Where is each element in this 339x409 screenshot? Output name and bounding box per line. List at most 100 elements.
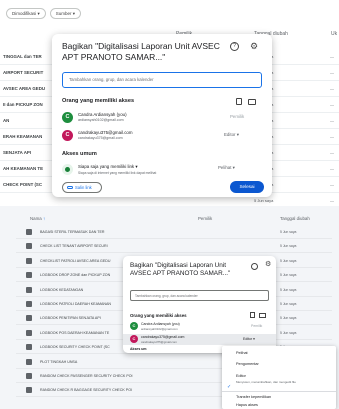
file-size: — [330, 70, 334, 75]
filter-source-chip[interactable]: Sumber ▾ [49, 8, 82, 19]
share-dialog-title: Bagikan "Digitalisasi Laporan Unit AVSEC… [130, 262, 231, 277]
file-size: — [330, 182, 334, 187]
column-modified-header-bottom[interactable]: Tanggal diubah [280, 216, 310, 221]
file-name: LOGBOOK PENITIPAN SENJATA API [40, 316, 101, 321]
editor-role-label: Editor [243, 337, 253, 341]
modified-date: 5 Jun saya [280, 316, 297, 321]
modified-date: 5 Jun saya [280, 258, 297, 263]
menu-item-transfer-ownership[interactable]: Transfer kepemilikan [236, 395, 271, 399]
folder-icon [26, 257, 32, 264]
file-size: — [330, 198, 334, 203]
file-name: PLOT TINGKAH UNSA [40, 359, 78, 364]
modified-date: 5 Jun saya [280, 330, 297, 335]
modified-date: 5 Jun saya [280, 287, 297, 292]
editor-role-dropdown[interactable]: Editor ▾ [243, 337, 255, 341]
person-email: ardiansyah0102@gmail.com [141, 327, 178, 331]
file-name: AN [3, 118, 10, 123]
owner-role-label: Pemilik [251, 324, 263, 328]
email-icon[interactable] [248, 99, 256, 105]
role-menu: Pelihat Pengomentar ✓ Editor Menyusun, m… [222, 346, 336, 409]
file-size: — [330, 102, 334, 107]
add-people-input[interactable]: Tambahkan orang, grup, dan acara kalende… [130, 290, 269, 301]
folder-icon [26, 229, 32, 235]
done-button[interactable]: Selesai [230, 181, 264, 193]
gear-icon[interactable]: ⚙ [265, 261, 271, 269]
chevron-down-icon: ▾ [135, 164, 138, 169]
modified-date: 5 Jun saya [280, 244, 297, 249]
file-size: — [330, 134, 334, 139]
column-size-header[interactable]: Uk [331, 31, 337, 37]
file-name: II dan PICKUP ZON [3, 102, 43, 107]
chevron-down-icon: ▾ [236, 132, 239, 137]
file-size: — [330, 166, 334, 171]
menu-item-editor[interactable]: Editor [236, 374, 246, 378]
modified-date: 5 Jun saya [280, 230, 297, 234]
people-access-heading: Orang yang memiliki akses [130, 313, 187, 318]
file-name: LOGBOOK POS DAERAH KEAMANAN TE [40, 330, 110, 335]
editor-role-dropdown[interactable]: Editor ▾ [224, 132, 239, 138]
column-name-header[interactable]: Nama ↑ [30, 216, 45, 221]
person-email: ardiansyah0102@gmail.com [78, 118, 124, 122]
file-name: LOGBOOK PATROLI DAERAH KEAMANAN [40, 302, 111, 306]
avatar: C [62, 130, 73, 141]
person-email: candrakayu375@gmail.com [141, 340, 177, 344]
person-name: candrakayu375@gmail.com [78, 130, 133, 135]
folder-icon [26, 344, 32, 351]
menu-item-viewer[interactable]: Pelihat [236, 351, 248, 355]
modified-date: 5 Jun saya [280, 302, 297, 306]
help-icon[interactable] [251, 263, 258, 270]
person-name: Candra Ardiansyah (you) [141, 322, 180, 326]
file-size: — [330, 86, 334, 91]
copy-link-button[interactable]: Salin link [62, 182, 102, 193]
filter-modified-label: Dimodifikasi [12, 11, 37, 16]
copy-emails-icon[interactable] [236, 98, 242, 105]
folder-icon [26, 272, 32, 279]
general-access-label: Siapa saja yang memiliki link [78, 164, 135, 169]
help-icon[interactable]: ? [230, 42, 239, 51]
table-row[interactable]: BAGASI STERIL TERMASUK DAN TER 5 Jun saya [16, 226, 332, 239]
filter-source-label: Sumber [55, 11, 72, 16]
file-name: TINGGAL dan TER [3, 54, 42, 59]
menu-item-commenter[interactable]: Pengomentar [236, 362, 259, 366]
filter-bar: Dimodifikasi ▾ Sumber ▾ [6, 8, 82, 19]
modified-date: 5 Jun saya [280, 273, 297, 278]
column-name-label: Nama [30, 216, 42, 221]
file-name: CHECK POINT (SC [3, 182, 43, 187]
avatar: C [62, 112, 73, 123]
person-name: Candra Ardiansyah (you) [78, 112, 127, 117]
file-name: LOGBOOK DROP ZONE dan PICKUP ZON [40, 273, 111, 278]
folder-icon [26, 373, 32, 379]
file-name: LOGBOOK SECURITY CHECK POINT (SC [40, 345, 110, 350]
file-name: LOGBOOK KEDATANGAN [40, 287, 84, 292]
share-dialog: Bagikan "Digitalisasi Laporan Unit AVSEC… [52, 34, 272, 197]
email-icon[interactable] [259, 313, 266, 318]
editor-role-label: Editor [224, 132, 236, 137]
file-name: RANDOM CHECK R BAGGAGE SECURITY CHECK PO… [40, 388, 132, 393]
file-name: ERAH KEAMANAN [3, 134, 43, 139]
add-people-input[interactable]: Tambahkan orang, grup, dan acara kalende… [62, 72, 262, 88]
people-access-heading: Orang yang memiliki akses [62, 98, 135, 104]
filter-modified-chip[interactable]: Dimodifikasi ▾ [6, 8, 46, 19]
folder-icon [26, 286, 32, 293]
checkmark-icon: ✓ [227, 384, 232, 390]
folder-icon [26, 301, 32, 307]
general-role-dropdown[interactable]: Pelihat ▾ [218, 165, 235, 171]
file-size: — [330, 54, 334, 59]
file-size: — [330, 118, 334, 123]
gear-icon[interactable]: ⚙ [250, 41, 258, 51]
general-access-heading: Akses umum [62, 151, 97, 157]
file-size: — [330, 150, 334, 155]
modified-date: 5 Jun saya [254, 198, 274, 203]
column-owner-header-bottom[interactable]: Pemilik [198, 216, 212, 221]
copy-emails-icon[interactable] [250, 312, 255, 318]
general-access-dropdown[interactable]: Siapa saja yang memiliki link ▾ [78, 164, 138, 170]
folder-icon [26, 329, 32, 336]
folder-icon [26, 358, 32, 365]
share-dialog-small: Bagikan "Digitalisasi Laporan Unit AVSEC… [123, 256, 276, 353]
table-row[interactable]: CHECK LIST TENANT AIRPORT SECURI 5 Jun sa… [16, 240, 332, 254]
menu-item-remove-access[interactable]: Hapus akses [236, 403, 258, 407]
file-name: AH KEAMANAN TE [3, 166, 44, 171]
file-name: RANDOM CHECK PASSENGER SECURITY CHECK PO… [40, 374, 133, 378]
menu-divider [222, 391, 336, 392]
link-icon [67, 186, 73, 189]
